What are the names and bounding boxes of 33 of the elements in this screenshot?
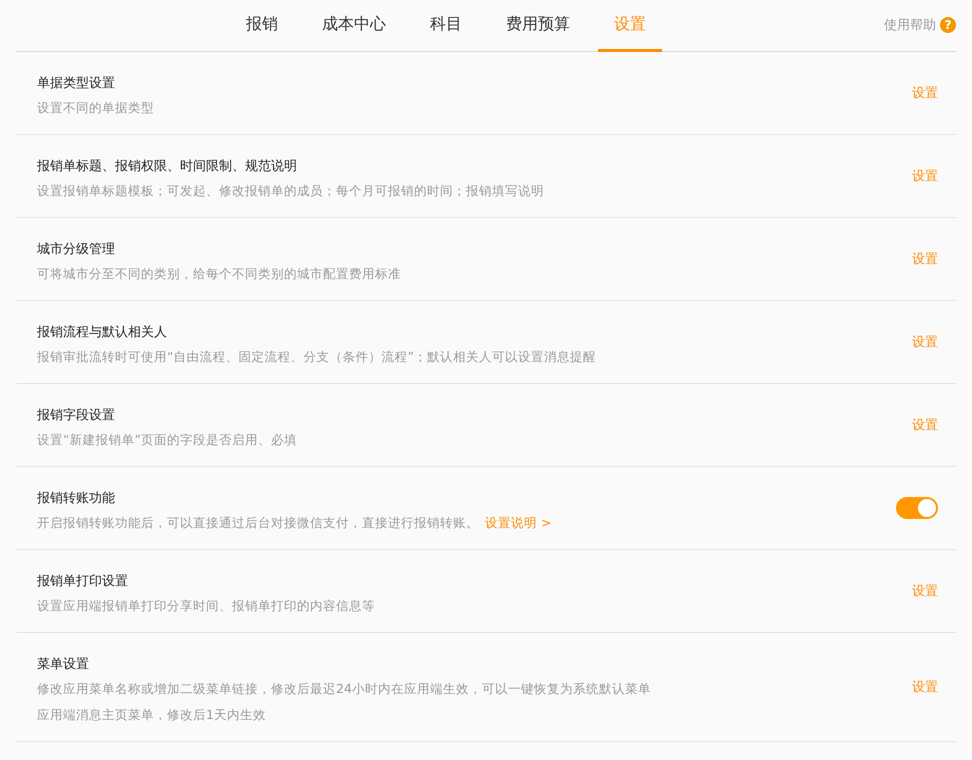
nav-tab[interactable]: 设置	[598, 0, 662, 52]
setting-description: 修改应用菜单名称或增加二级菜单链接，修改后最迟24小时内在应用端生效，可以一键恢复为系统默认菜单	[37, 680, 651, 698]
setting-title: 报销单标题、报销权限、时间限制、规范说明	[37, 158, 297, 176]
settings-link[interactable]: 设置	[912, 250, 938, 268]
setting-title: 单据类型设置	[37, 75, 115, 93]
setting-description: 设置不同的单据类型	[37, 99, 154, 117]
setting-title: 报销转账功能	[37, 490, 115, 508]
setting-title: 城市分级管理	[37, 241, 115, 259]
nav-tab[interactable]: 费用预算	[490, 0, 586, 52]
settings-link[interactable]: 设置	[912, 678, 938, 696]
setting-description: 开启报销转账功能后，可以直接通过后台对接微信支付，直接进行报销转账。 设置说明 >	[37, 514, 552, 532]
nav-tab[interactable]: 成本中心	[306, 0, 402, 52]
settings-link[interactable]: 设置	[912, 333, 938, 351]
setting-description: 设置报销单标题模板；可发起、修改报销单的成员；每个月可报销的时间；报销填写说明	[37, 182, 544, 200]
help-link[interactable]: 设置说明 >	[485, 515, 552, 530]
setting-title: 报销流程与默认相关人	[37, 324, 167, 342]
setting-description: 应用端消息主页菜单，修改后1天内生效	[37, 706, 266, 724]
setting-title: 菜单设置	[37, 656, 89, 674]
setting-description: 可将城市分至不同的类别，给每个不同类别的城市配置费用标准	[37, 265, 401, 283]
settings-link[interactable]: 设置	[912, 84, 938, 102]
help-link[interactable]: 使用帮助	[884, 16, 936, 34]
nav-tab[interactable]: 报销	[230, 0, 294, 52]
setting-description: 报销审批流转时可使用“自由流程、固定流程、分支（条件）流程”；默认相关人可以设置消息提醒	[37, 348, 596, 366]
settings-link[interactable]: 设置	[912, 167, 938, 185]
settings-link[interactable]: 设置	[912, 582, 938, 600]
setting-description: 设置“新建报销单”页面的字段是否启用、必填	[37, 431, 297, 449]
setting-title: 报销单打印设置	[37, 573, 128, 591]
help-icon[interactable]: ?	[940, 16, 956, 32]
setting-title: 报销字段设置	[37, 407, 115, 425]
toggle-switch[interactable]	[896, 497, 938, 519]
settings-link[interactable]: 设置	[912, 416, 938, 434]
nav-tab[interactable]: 科目	[414, 0, 478, 52]
setting-description: 设置应用端报销单打印分享时间、报销单打印的内容信息等	[37, 597, 375, 615]
